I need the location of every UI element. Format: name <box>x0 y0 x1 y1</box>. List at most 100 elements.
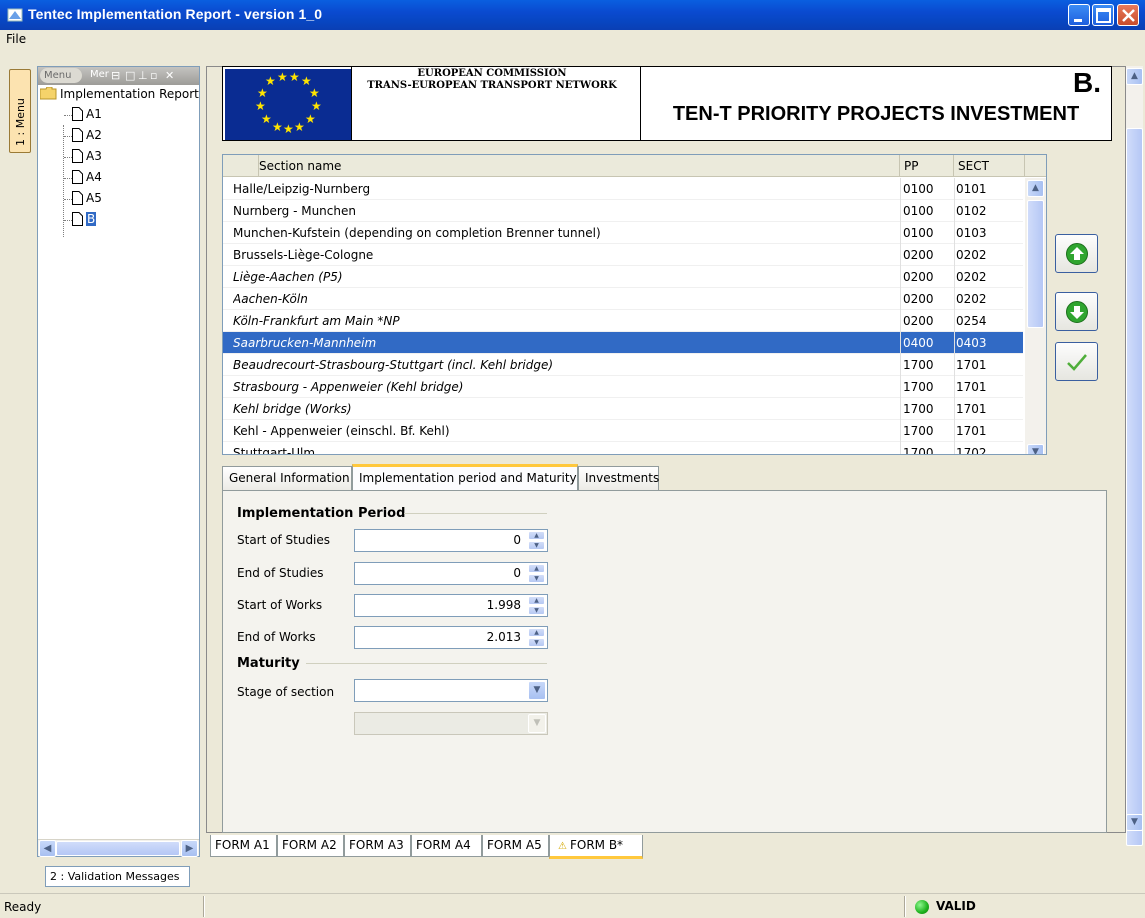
restore-icon[interactable]: □ <box>125 69 135 82</box>
svg-text:★: ★ <box>309 86 320 100</box>
svg-text:★: ★ <box>294 120 305 134</box>
table-row[interactable]: Saarbrucken-Mannheim 0400 0403 <box>223 332 1023 354</box>
svg-text:★: ★ <box>261 112 272 126</box>
maximize-button[interactable] <box>1092 4 1114 26</box>
spinner-arrows[interactable]: ▲ ▼ <box>528 596 545 615</box>
cell-section-name: Kehl bridge (Works) <box>233 402 352 416</box>
table-row[interactable]: Strasbourg - Appenweier (Kehl bridge) 170… <box>223 376 1023 398</box>
spinner-arrows[interactable]: ▲ ▼ <box>528 564 545 583</box>
spin-up-icon[interactable]: ▲ <box>528 596 545 605</box>
confirm-button[interactable] <box>1055 342 1098 381</box>
table-vscroll[interactable]: ▲ ▼ <box>1025 178 1046 454</box>
form-tab-b[interactable]: ⚠ FORM B* <box>549 835 643 859</box>
navigator-tab-menu[interactable]: Menu <box>40 68 82 83</box>
tree-root[interactable]: Implementation Report <box>40 87 199 105</box>
close-button[interactable] <box>1117 4 1139 26</box>
cell-divider <box>954 244 955 266</box>
cell-sect: 1702 <box>956 446 987 455</box>
tree-item-a1[interactable]: A1 <box>72 107 102 127</box>
form-tab-a3[interactable]: FORM A3 <box>344 835 411 857</box>
tab-general-information[interactable]: General Information <box>222 466 352 490</box>
spin-down-icon[interactable]: ▼ <box>528 541 545 550</box>
scroll-down-icon[interactable]: ▼ <box>1126 814 1143 831</box>
cell-divider <box>900 222 901 244</box>
main-vscroll[interactable]: ▲ ▼ <box>1126 66 1143 846</box>
col-section-name[interactable]: Section name <box>259 155 900 177</box>
spin-down-icon[interactable]: ▼ <box>528 606 545 615</box>
table-row[interactable]: Halle/Leipzig-Nurnberg 0100 0101 <box>223 178 1023 200</box>
scroll-up-icon[interactable]: ▲ <box>1126 68 1143 85</box>
form-tab-a2[interactable]: FORM A2 <box>277 835 344 857</box>
spin-down-icon[interactable]: ▼ <box>528 574 545 583</box>
table-row[interactable]: Munchen-Kufstein (depending on completio… <box>223 222 1023 244</box>
spinner-arrows[interactable]: ▲ ▼ <box>528 531 545 550</box>
collapse-icon[interactable]: ⊟ <box>111 69 120 82</box>
cell-divider <box>900 288 901 310</box>
tree-item-b[interactable]: B <box>72 212 97 232</box>
menu-side-tab[interactable]: 1 : Menu <box>9 69 31 153</box>
table-row[interactable]: Liège-Aachen (P5) 0200 0202 <box>223 266 1023 288</box>
navigator-tab-mer[interactable]: Mer <box>90 69 109 80</box>
tree-item-a5[interactable]: A5 <box>72 191 102 211</box>
table-row[interactable]: Aachen-Köln 0200 0202 <box>223 288 1023 310</box>
tab-implementation-period[interactable]: Implementation period and Maturity <box>352 464 578 491</box>
end-of-studies-input[interactable]: 0 ▲ ▼ <box>354 562 548 585</box>
scroll-up-icon[interactable]: ▲ <box>1027 180 1044 197</box>
end-of-works-label: End of Works <box>237 630 316 644</box>
app-icon <box>7 8 23 22</box>
close-icon <box>1122 9 1135 22</box>
navigator-hscroll[interactable]: ◀ ▶ <box>38 839 199 857</box>
scroll-thumb[interactable] <box>56 841 180 856</box>
tree-item-a3[interactable]: A3 <box>72 149 102 169</box>
spin-up-icon[interactable]: ▲ <box>528 564 545 573</box>
table-row[interactable]: Beaudrecourt-Strasbourg-Stuttgart (incl.… <box>223 354 1023 376</box>
validation-messages-button[interactable]: 2 : Validation Messages <box>45 866 190 887</box>
menu-file[interactable]: File <box>6 32 26 46</box>
scroll-down-icon[interactable]: ▼ <box>1027 444 1044 454</box>
svg-text:★: ★ <box>272 120 283 134</box>
scroll-left-icon[interactable]: ◀ <box>39 840 56 857</box>
cell-divider <box>954 222 955 244</box>
spin-up-icon[interactable]: ▲ <box>528 531 545 540</box>
end-of-works-input[interactable]: 2.013 ▲ ▼ <box>354 626 548 649</box>
form-tab-a5[interactable]: FORM A5 <box>482 835 549 857</box>
pin-icon[interactable]: ⊥ <box>138 69 148 82</box>
table-header: Section name PP SECT <box>223 155 1046 177</box>
tree-item-label: A4 <box>86 170 102 184</box>
navigator-header: Menu Mer ⊟ □ ⊥ ▫ ✕ <box>38 67 199 85</box>
table-row[interactable]: Kehl bridge (Works) 1700 1701 <box>223 398 1023 420</box>
move-down-button[interactable] <box>1055 292 1098 331</box>
arrow-down-icon <box>1066 301 1088 323</box>
form-tab-a1[interactable]: FORM A1 <box>210 835 277 857</box>
stage-of-section-select[interactable]: ▼ <box>354 679 548 702</box>
spin-down-icon[interactable]: ▼ <box>528 638 545 647</box>
table-row[interactable]: Nurnberg - Munchen 0100 0102 <box>223 200 1023 222</box>
tree-item-a4[interactable]: A4 <box>72 170 102 190</box>
title-bar: Tentec Implementation Report - version 1… <box>0 0 1145 30</box>
table-row[interactable]: Stuttgart-Ulm 1700 1702 <box>223 442 1023 455</box>
col-pp[interactable]: PP <box>900 155 954 177</box>
chevron-down-icon[interactable]: ▼ <box>528 681 546 700</box>
col-sect[interactable]: SECT <box>954 155 1025 177</box>
spinner-arrows[interactable]: ▲ ▼ <box>528 628 545 647</box>
checkmark-icon <box>1067 354 1087 371</box>
cell-divider <box>900 420 901 442</box>
cell-divider <box>900 398 901 420</box>
minimize-button[interactable] <box>1068 4 1090 26</box>
scroll-thumb[interactable] <box>1027 200 1044 328</box>
table-row[interactable]: Köln-Frankfurt am Main *NP 0200 0254 <box>223 310 1023 332</box>
start-of-studies-input[interactable]: 0 ▲ ▼ <box>354 529 548 552</box>
form-tab-a4[interactable]: FORM A4 <box>411 835 482 857</box>
panel-close-icon[interactable]: ✕ <box>165 69 174 82</box>
start-of-works-input[interactable]: 1.998 ▲ ▼ <box>354 594 548 617</box>
tree-item-a2[interactable]: A2 <box>72 128 102 148</box>
move-up-button[interactable] <box>1055 234 1098 273</box>
tab-investments[interactable]: Investments <box>578 466 659 490</box>
table-row[interactable]: Kehl - Appenweier (einschl. Bf. Kehl) 170… <box>223 420 1023 442</box>
spin-up-icon[interactable]: ▲ <box>528 628 545 637</box>
scroll-thumb[interactable] <box>1126 128 1143 846</box>
float-icon[interactable]: ▫ <box>150 69 157 82</box>
table-row[interactable]: Brussels-Liège-Cologne 0200 0202 <box>223 244 1023 266</box>
report-header: ★ ★ ★ ★ ★ ★ ★ ★ ★ ★ ★ ★ ★ EUROPEAN COMMISSION TRAN… <box>222 66 1112 141</box>
scroll-right-icon[interactable]: ▶ <box>181 840 198 857</box>
